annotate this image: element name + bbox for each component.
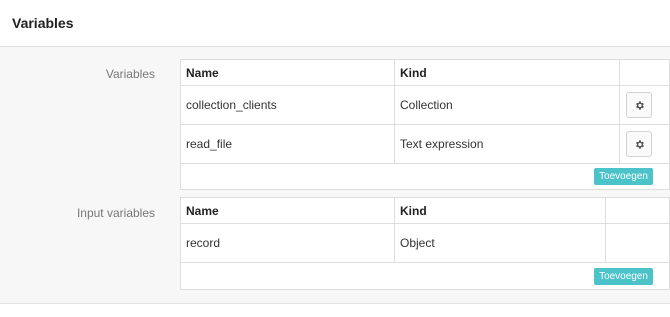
variables-header-name: Name [186, 65, 219, 80]
variables-label: Variables [105, 67, 155, 81]
variables-header-kind: Kind [400, 65, 427, 80]
variable-settings-button[interactable] [626, 92, 652, 118]
input-variable-name: record [186, 236, 221, 250]
variable-name: read_file [186, 137, 233, 151]
input-variables-table: Name Kind record Object Toevoegen [180, 197, 670, 290]
add-input-variable-button[interactable]: Toevoegen [594, 268, 653, 285]
variables-table: Name Kind collection_clients Collection … [180, 59, 670, 190]
gear-icon [635, 139, 644, 149]
input-variables-header-kind: Kind [400, 203, 427, 218]
input-variables-header-name: Name [186, 203, 219, 218]
variable-settings-button[interactable] [626, 131, 652, 157]
variable-kind: Collection [400, 98, 453, 112]
gear-icon [635, 100, 644, 110]
panel-body: Variables Name Kind collection_clients C… [0, 47, 670, 304]
variable-kind: Text expression [400, 137, 484, 151]
input-variables-label: Input variables [76, 206, 155, 220]
panel-header: Variables [0, 0, 670, 47]
add-variable-button[interactable]: Toevoegen [594, 168, 653, 185]
input-variable-kind: Object [400, 236, 435, 250]
panel-title: Variables [12, 15, 74, 31]
variable-name: collection_clients [186, 98, 277, 112]
